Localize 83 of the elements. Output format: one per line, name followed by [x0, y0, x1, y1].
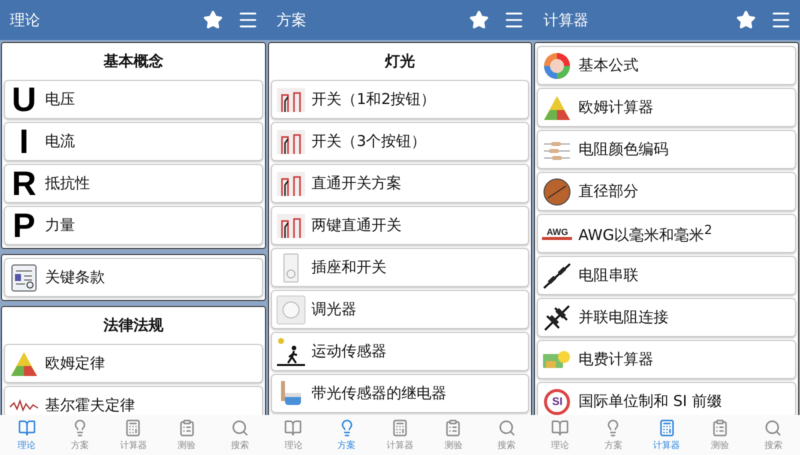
letter-icon: P	[9, 208, 39, 244]
item-label: 国际单位制和 SI 前缀	[578, 392, 722, 411]
item-label: 开关（3个按钮）	[312, 132, 426, 151]
book-icon	[550, 419, 569, 437]
star-icon[interactable]	[202, 10, 223, 30]
list-item[interactable]: 欧姆计算器	[537, 88, 796, 127]
list-item[interactable]: 关键条款	[4, 258, 263, 297]
book-icon	[284, 419, 302, 437]
resistor-chain-icon	[542, 260, 572, 290]
item-label: AWG以毫米和毫米$^{2}$	[578, 222, 712, 245]
item-label: 关键条款	[45, 268, 105, 287]
calculator-icon	[390, 419, 409, 437]
item-label: 开关（1和2按钮）	[312, 90, 436, 109]
search-icon	[764, 419, 782, 437]
item-label: 力量	[45, 216, 75, 235]
document-icon	[9, 262, 39, 292]
section-heading: 法律法规	[102, 315, 164, 336]
item-label: 直径部分	[578, 182, 638, 201]
section-heading: 基本概念	[102, 51, 164, 72]
dimmer-icon	[276, 294, 306, 324]
calculator-icon	[124, 419, 142, 437]
list-item[interactable]: R 抵抗性	[4, 164, 263, 203]
list-item[interactable]: 带光传感器的继电器	[270, 374, 530, 413]
list-item[interactable]: 两键直通开关	[270, 206, 530, 245]
circle-icon	[542, 176, 572, 206]
list-item[interactable]: 插座和开关	[270, 248, 530, 287]
screen-title: 理论	[10, 10, 41, 30]
list-item[interactable]: 并联电阻连接	[537, 298, 796, 337]
item-label: 电压	[45, 90, 75, 109]
calculator-icon	[658, 419, 676, 437]
list-item[interactable]: 直径部分	[537, 172, 796, 211]
letter-icon: R	[9, 166, 39, 202]
tab[interactable]: 理论	[0, 415, 54, 455]
walking-figure-icon	[276, 336, 306, 366]
star-icon[interactable]	[469, 10, 490, 30]
section-heading: 灯光	[384, 51, 416, 72]
item-label: 调光器	[312, 300, 357, 319]
item-label: 电阻颜色编码	[578, 140, 668, 159]
list-item[interactable]: U 电压	[4, 80, 263, 119]
list-item[interactable]: 电阻颜色编码	[537, 130, 796, 169]
item-label: 两键直通开关	[312, 216, 402, 235]
tab[interactable]: 计算器	[640, 415, 694, 455]
clipboard-icon	[178, 419, 196, 437]
list-item[interactable]: 欧姆定律	[4, 344, 263, 383]
list-item[interactable]: SI 国际单位制和 SI 前缀	[537, 382, 796, 415]
item-label: 欧姆定律	[45, 354, 105, 373]
item-label: 运动传感器	[312, 342, 387, 361]
color-wheel-icon	[542, 50, 572, 80]
list-item[interactable]: 电阻串联	[537, 256, 796, 295]
item-label: 带光传感器的继电器	[312, 384, 447, 403]
item-label: 插座和开关	[312, 258, 387, 277]
list-item[interactable]: I 电流	[4, 122, 263, 161]
clipboard-icon	[710, 419, 729, 437]
list-item[interactable]: 开关（3个按钮）	[270, 122, 530, 161]
list-item[interactable]: 运动传感器	[270, 332, 530, 371]
list-item[interactable]: AWG AWG以毫米和毫米$^{2}$	[537, 214, 796, 253]
item-label: 抵抗性	[45, 174, 90, 193]
list-item[interactable]: 电费计算器	[537, 340, 796, 379]
item-label: 电流	[45, 132, 75, 151]
item-label: 电费计算器	[578, 350, 654, 369]
item-label: 直通开关方案	[312, 174, 402, 193]
book-icon	[18, 419, 36, 437]
clipboard-icon	[444, 419, 462, 437]
item-label: 基尔霍夫定律	[45, 396, 135, 415]
list-item[interactable]: 开关（1和2按钮）	[270, 80, 530, 119]
list-item[interactable]: P 力量	[4, 206, 263, 245]
item-label: 欧姆计算器	[578, 98, 654, 117]
tab[interactable]: 方案	[320, 415, 374, 455]
list-item[interactable]: 基尔霍夫定律	[4, 386, 263, 415]
letter-icon: I	[9, 124, 39, 160]
star-icon[interactable]	[736, 10, 756, 30]
search-icon	[230, 419, 249, 437]
search-icon	[498, 419, 516, 437]
item-label: 基本公式	[578, 56, 638, 75]
letter-icon: U	[9, 82, 39, 118]
item-label: 并联电阻连接	[578, 308, 668, 327]
parallel-resistors-icon	[542, 302, 572, 332]
list-item[interactable]: 基本公式	[537, 46, 796, 85]
list-item[interactable]: 调光器	[270, 290, 530, 329]
screen-title: 计算器	[543, 10, 590, 30]
screen-title: 方案	[276, 10, 308, 30]
list-item[interactable]: 直通开关方案	[270, 164, 530, 203]
item-label: 电阻串联	[578, 266, 638, 285]
